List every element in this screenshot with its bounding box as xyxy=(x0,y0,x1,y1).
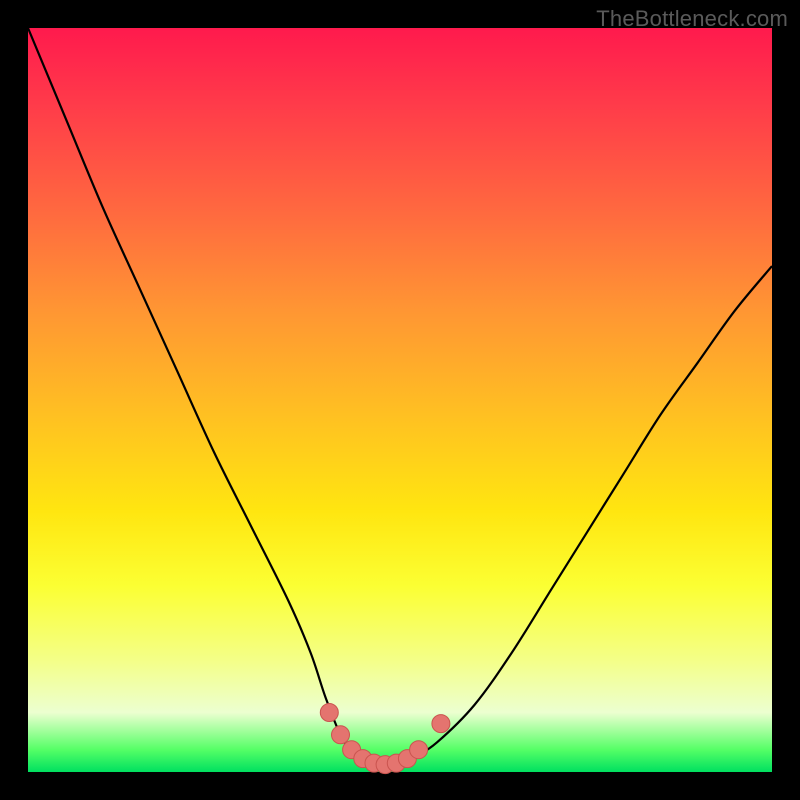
chart-plot-area xyxy=(28,28,772,772)
curve-marker xyxy=(320,704,338,722)
curve-marker xyxy=(332,726,350,744)
curve-marker xyxy=(432,715,450,733)
curve-markers xyxy=(320,704,450,774)
chart-svg xyxy=(28,28,772,772)
watermark-text: TheBottleneck.com xyxy=(596,6,788,32)
curve-marker xyxy=(410,741,428,759)
bottleneck-curve xyxy=(28,28,772,765)
